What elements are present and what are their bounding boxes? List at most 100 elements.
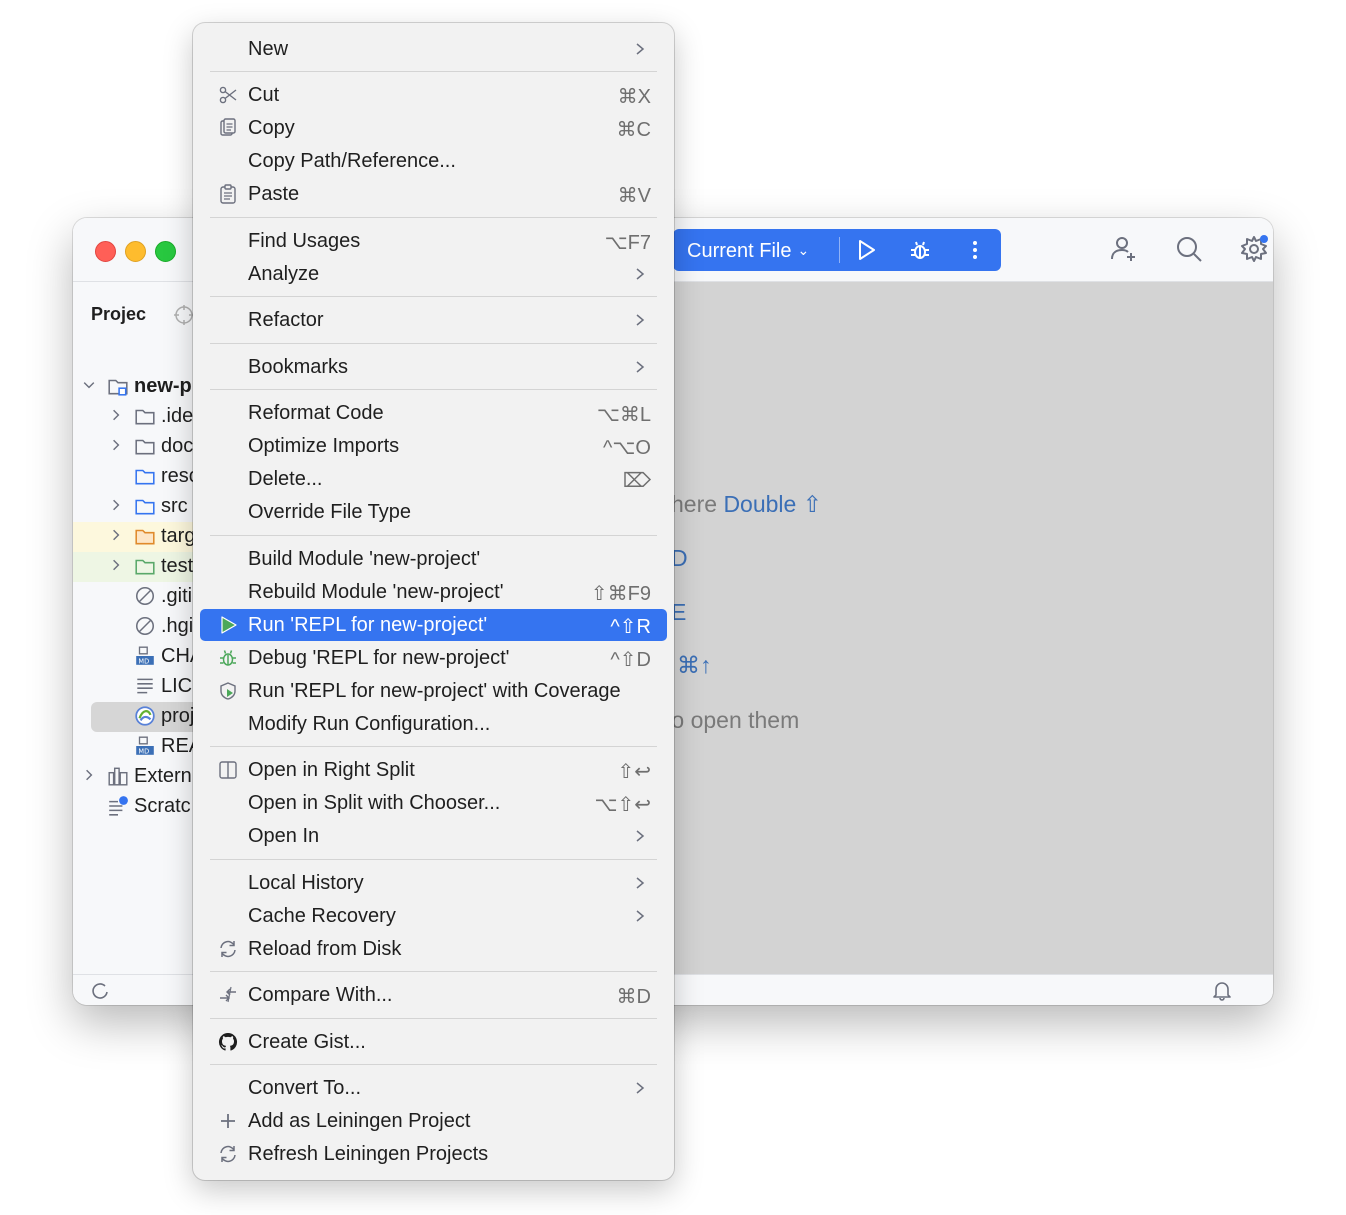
- chevron-right-icon[interactable]: [108, 437, 124, 453]
- tree-node-label: .hgi: [161, 615, 194, 637]
- project-context-menu: New Cut ⌘X Copy ⌘C Copy Path/Reference... Past…: [193, 23, 674, 1180]
- menu-item-debug-repl-for-new-project[interactable]: Debug 'REPL for new-project' ^⇧D: [200, 642, 667, 674]
- menu-item-paste[interactable]: Paste ⌘V: [200, 178, 667, 210]
- source-folder-icon: [135, 499, 155, 515]
- notifications-bell-icon[interactable]: [1211, 979, 1233, 1001]
- svg-text:MD: MD: [138, 748, 149, 756]
- run-configuration-selector[interactable]: Current File ⌄: [687, 229, 809, 271]
- menu-item-shortcut: ⇧⌘F9: [590, 583, 651, 605]
- menu-item-cut[interactable]: Cut ⌘X: [200, 79, 667, 111]
- coverage-icon: [220, 682, 236, 700]
- menu-item-label: Run 'REPL for new-project' with Coverage: [248, 680, 621, 702]
- refresh-icon: [220, 1145, 236, 1163]
- run-widget: Current File ⌄: [673, 229, 1001, 271]
- menu-item-build-module-new-project[interactable]: Build Module 'new-project': [200, 543, 667, 575]
- run-icon[interactable]: [854, 238, 878, 262]
- menu-item-reload-from-disk[interactable]: Reload from Disk: [200, 933, 667, 965]
- menu-item-modify-run-configuration[interactable]: Modify Run Configuration...: [200, 708, 667, 740]
- menu-item-reformat-code[interactable]: Reformat Code ⌥⌘L: [200, 397, 667, 429]
- markdown-file-icon: MD: [136, 646, 154, 666]
- menu-separator: [210, 1018, 657, 1019]
- chevron-right-icon[interactable]: [81, 767, 97, 783]
- menu-item-optimize-imports[interactable]: Optimize Imports ^⌥O: [200, 430, 667, 462]
- menu-item-find-usages[interactable]: Find Usages ⌥F7: [200, 225, 667, 257]
- menu-item-label: Create Gist...: [248, 1031, 366, 1053]
- menu-item-shortcut: ^⇧D: [610, 649, 651, 671]
- menu-item-open-in-right-split[interactable]: Open in Right Split ⇧↩: [200, 754, 667, 786]
- project-folder-icon: [108, 379, 128, 396]
- menu-item-shortcut: ^⌥O: [603, 437, 651, 459]
- project-panel-title: Projec: [91, 304, 147, 324]
- menu-item-label: New: [248, 38, 289, 60]
- ignored-file-icon: [135, 586, 155, 606]
- background-tasks-icon[interactable]: [90, 981, 110, 1001]
- hint-shortcut: Double ⇧: [723, 491, 822, 517]
- menu-item-run-repl-for-new-project[interactable]: Run 'REPL for new-project' ^⇧R: [200, 609, 667, 641]
- menu-separator: [210, 343, 657, 344]
- menu-item-copy-path-reference[interactable]: Copy Path/Reference...: [200, 145, 667, 177]
- menu-item-rebuild-module-new-project[interactable]: Rebuild Module 'new-project' ⇧⌘F9: [200, 576, 667, 608]
- zoom-window-button[interactable]: [155, 241, 176, 262]
- menu-item-compare-with[interactable]: Compare With... ⌘D: [200, 979, 667, 1011]
- menu-item-run-repl-for-new-project-with-coverage[interactable]: Run 'REPL for new-project' with Coverage: [200, 675, 667, 707]
- plus-icon: [221, 1114, 235, 1128]
- menu-separator: [210, 971, 657, 972]
- menu-item-refactor[interactable]: Refactor: [200, 304, 667, 336]
- menu-item-label: Build Module 'new-project': [248, 548, 481, 570]
- chevron-right-icon[interactable]: [108, 557, 124, 573]
- folder-icon: [135, 409, 155, 425]
- menu-separator: [210, 535, 657, 536]
- menu-item-new[interactable]: New: [200, 33, 667, 65]
- menu-item-label: Open in Split with Chooser...: [248, 792, 501, 814]
- menu-item-copy[interactable]: Copy ⌘C: [200, 112, 667, 144]
- menu-item-label: Override File Type: [248, 501, 412, 523]
- close-window-button[interactable]: [95, 241, 116, 262]
- more-options-icon[interactable]: [963, 238, 987, 262]
- menu-item-shortcut: ⇧↩: [617, 761, 651, 783]
- chevron-right-icon[interactable]: [108, 497, 124, 513]
- menu-item-create-gist[interactable]: Create Gist...: [200, 1026, 667, 1058]
- menu-item-label: Reformat Code: [248, 402, 384, 424]
- menu-item-label: Delete...: [248, 468, 323, 490]
- editor-hint-drop-files: to open them: [665, 707, 799, 734]
- search-icon[interactable]: [1174, 234, 1204, 264]
- chevron-down-icon[interactable]: [81, 377, 97, 393]
- debug-icon: [220, 650, 236, 666]
- editor-hint-search: here Double ⇧: [671, 491, 822, 518]
- chevron-right-icon[interactable]: [108, 407, 124, 423]
- menu-separator: [210, 296, 657, 297]
- menu-item-delete[interactable]: Delete... ⌦: [200, 463, 667, 495]
- minimize-window-button[interactable]: [125, 241, 146, 262]
- tree-node-label: Scratc: [134, 795, 191, 817]
- copy-icon: [220, 118, 236, 136]
- menu-item-add-as-leiningen-project[interactable]: Add as Leiningen Project: [200, 1105, 667, 1137]
- menu-item-refresh-leiningen-projects[interactable]: Refresh Leiningen Projects: [200, 1138, 667, 1170]
- menu-item-bookmarks[interactable]: Bookmarks: [200, 351, 667, 383]
- menu-item-cache-recovery[interactable]: Cache Recovery: [200, 900, 667, 932]
- menu-item-open-in-split-with-chooser[interactable]: Open in Split with Chooser... ⌥⇧↩: [200, 787, 667, 819]
- menu-item-convert-to[interactable]: Convert To...: [200, 1072, 667, 1104]
- menu-item-shortcut: ⌘V: [617, 185, 651, 207]
- github-icon: [218, 1032, 238, 1051]
- hint-text: here: [671, 491, 724, 517]
- menu-item-label: Cache Recovery: [248, 905, 396, 927]
- tree-node-label: src: [161, 495, 188, 517]
- menu-item-override-file-type[interactable]: Override File Type: [200, 496, 667, 528]
- menu-item-shortcut: ⌘D: [616, 986, 651, 1008]
- tree-node-label: new-p: [134, 375, 192, 397]
- menu-item-label: Run 'REPL for new-project': [248, 614, 488, 636]
- menu-item-shortcut: ⌘X: [617, 86, 651, 108]
- locate-icon[interactable]: [173, 304, 195, 326]
- tree-node-label: .ide: [161, 405, 194, 427]
- debug-icon[interactable]: [908, 238, 932, 262]
- settings-gear-icon[interactable]: [1239, 234, 1269, 264]
- chevron-right-icon[interactable]: [108, 527, 124, 543]
- menu-item-analyze[interactable]: Analyze: [200, 258, 667, 290]
- paste-icon: [220, 184, 236, 204]
- menu-item-label: Refresh Leiningen Projects: [248, 1143, 489, 1165]
- editor-hint-line-4: ⌘↑: [677, 652, 712, 679]
- menu-item-shortcut: ⌦: [622, 470, 651, 492]
- menu-item-local-history[interactable]: Local History: [200, 867, 667, 899]
- menu-item-open-in[interactable]: Open In: [200, 820, 667, 852]
- add-user-icon[interactable]: [1109, 234, 1139, 264]
